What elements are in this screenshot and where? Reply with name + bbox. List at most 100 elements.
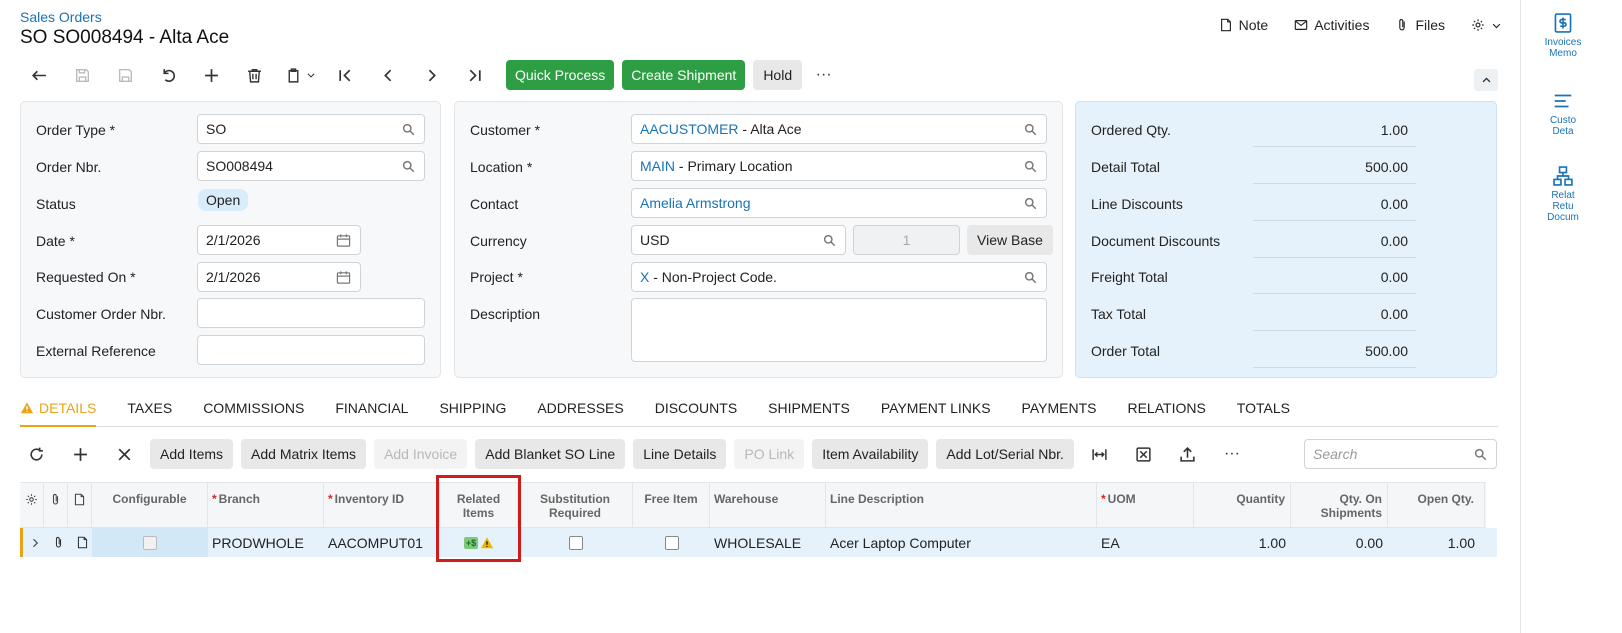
back-icon[interactable]: [18, 60, 61, 90]
date-field[interactable]: 2/1/2026: [197, 225, 361, 255]
tab-financial[interactable]: FINANCIAL: [335, 400, 408, 427]
add-lot-serial-button[interactable]: Add Lot/Serial Nbr.: [936, 439, 1074, 469]
currency-field[interactable]: USD: [631, 225, 846, 255]
more-actions-button[interactable]: ···: [802, 60, 845, 90]
rail-related-return-documents[interactable]: Relat Retu Docum: [1533, 165, 1593, 223]
grid-search-input[interactable]: Search: [1304, 439, 1497, 469]
add-matrix-items-button[interactable]: Add Matrix Items: [241, 439, 367, 469]
files-button[interactable]: Files: [1395, 17, 1445, 33]
export-excel-icon[interactable]: [1126, 439, 1162, 469]
tab-taxes[interactable]: TAXES: [127, 400, 172, 427]
column-uom[interactable]: * UOM: [1097, 483, 1194, 528]
table-row[interactable]: PRODWHOLE AACOMPUT01 +$ WHOLESALE Acer L…: [20, 528, 1497, 557]
breadcrumb[interactable]: Sales Orders: [20, 9, 102, 25]
contact-field[interactable]: Amelia Armstrong: [631, 188, 1047, 218]
activities-button[interactable]: Activities: [1294, 17, 1369, 33]
tab-totals[interactable]: TOTALS: [1237, 400, 1290, 427]
last-record-icon[interactable]: [453, 60, 496, 90]
fit-columns-icon[interactable]: [1082, 439, 1118, 469]
search-icon[interactable]: [1474, 448, 1487, 461]
location-id-link[interactable]: MAIN: [640, 158, 675, 174]
order-type-field[interactable]: SO: [197, 114, 425, 144]
quick-process-button[interactable]: Quick Process: [506, 60, 615, 90]
rail-customer-details[interactable]: Custo Deta: [1533, 90, 1593, 137]
column-line-description[interactable]: Line Description: [826, 483, 1097, 528]
inventory-id-link[interactable]: AACOMPUT01: [328, 528, 444, 557]
column-warehouse[interactable]: Warehouse: [710, 483, 826, 528]
column-qty-on-shipments[interactable]: Qty. On Shipments: [1291, 483, 1388, 528]
tab-commissions[interactable]: COMMISSIONS: [203, 400, 304, 427]
hold-button[interactable]: Hold: [753, 60, 803, 90]
column-inventory-id[interactable]: * Inventory ID: [324, 483, 440, 528]
substitution-required-checkbox[interactable]: [568, 535, 583, 550]
item-availability-button[interactable]: Item Availability: [812, 439, 929, 469]
column-configurable[interactable]: Configurable: [92, 483, 208, 528]
requested-on-field[interactable]: 2/1/2026: [197, 262, 361, 292]
contact-link[interactable]: Amelia Armstrong: [640, 195, 750, 211]
line-description-cell[interactable]: Acer Laptop Computer: [830, 528, 1101, 557]
view-base-button[interactable]: View Base: [967, 225, 1053, 255]
refresh-icon[interactable]: [18, 439, 54, 469]
project-field[interactable]: X - Non-Project Code.: [631, 262, 1047, 292]
add-items-button[interactable]: Add Items: [150, 439, 234, 469]
column-quantity[interactable]: Quantity: [1194, 483, 1291, 528]
external-reference-field[interactable]: [197, 335, 425, 365]
rail-invoices-memos[interactable]: Invoices Memo: [1533, 12, 1593, 59]
add-icon[interactable]: [190, 60, 233, 90]
branch-cell[interactable]: PRODWHOLE: [212, 528, 328, 557]
search-icon[interactable]: [1024, 197, 1037, 210]
description-field[interactable]: [631, 298, 1047, 362]
tab-relations[interactable]: RELATIONS: [1127, 400, 1205, 427]
quantity-cell[interactable]: 1.00: [1194, 528, 1291, 557]
settings-menu-button[interactable]: [1471, 17, 1502, 33]
customer-id-link[interactable]: AACUSTOMER: [640, 121, 739, 137]
tab-payment-links[interactable]: PAYMENT LINKS: [881, 400, 991, 427]
search-icon[interactable]: [823, 234, 836, 247]
first-record-icon[interactable]: [324, 60, 367, 90]
delete-row-icon[interactable]: [106, 439, 142, 469]
free-item-checkbox[interactable]: [664, 535, 679, 550]
more-grid-actions-button[interactable]: ···: [1214, 439, 1250, 469]
column-settings-header[interactable]: [20, 483, 44, 528]
column-free-item[interactable]: Free Item: [633, 483, 710, 528]
row-note-icon[interactable]: [70, 528, 94, 557]
undo-icon[interactable]: [147, 60, 190, 90]
add-row-icon[interactable]: [62, 439, 98, 469]
note-button[interactable]: Note: [1219, 17, 1268, 33]
column-open-qty[interactable]: Open Qty.: [1388, 483, 1485, 528]
collapse-header-button[interactable]: [1474, 69, 1498, 91]
expand-row-icon[interactable]: [25, 528, 45, 557]
delete-icon[interactable]: [233, 60, 276, 90]
calendar-icon[interactable]: [336, 270, 351, 285]
tab-payments[interactable]: PAYMENTS: [1022, 400, 1097, 427]
tab-addresses[interactable]: ADDRESSES: [537, 400, 623, 427]
tab-shipping[interactable]: SHIPPING: [439, 400, 506, 427]
project-id-link[interactable]: X: [640, 269, 649, 285]
tab-shipments[interactable]: SHIPMENTS: [768, 400, 850, 427]
order-nbr-field[interactable]: SO008494: [197, 151, 425, 181]
previous-record-icon[interactable]: [367, 60, 410, 90]
line-details-button[interactable]: Line Details: [633, 439, 727, 469]
add-blanket-so-line-button[interactable]: Add Blanket SO Line: [475, 439, 626, 469]
tab-details[interactable]: DETAILS: [20, 400, 97, 427]
row-attachment-icon[interactable]: [46, 528, 70, 557]
column-substitution-required[interactable]: Substitution Required: [518, 483, 633, 528]
search-icon[interactable]: [1024, 271, 1037, 284]
next-record-icon[interactable]: [410, 60, 453, 90]
column-branch[interactable]: * Branch: [208, 483, 324, 528]
search-icon[interactable]: [402, 160, 415, 173]
copy-paste-icon[interactable]: [276, 60, 324, 90]
create-shipment-button[interactable]: Create Shipment: [622, 60, 746, 90]
search-icon[interactable]: [402, 123, 415, 136]
search-icon[interactable]: [1024, 123, 1037, 136]
calendar-icon[interactable]: [336, 233, 351, 248]
location-field[interactable]: MAIN - Primary Location: [631, 151, 1047, 181]
warehouse-cell[interactable]: WHOLESALE: [714, 528, 830, 557]
tab-discounts[interactable]: DISCOUNTS: [655, 400, 737, 427]
customer-field[interactable]: AACUSTOMER - Alta Ace: [631, 114, 1047, 144]
customer-order-nbr-field[interactable]: [197, 298, 425, 328]
uom-cell[interactable]: EA: [1101, 528, 1198, 557]
upload-icon[interactable]: [1170, 439, 1206, 469]
search-icon[interactable]: [1024, 160, 1037, 173]
order-nbr-label: Order Nbr.: [36, 159, 102, 175]
